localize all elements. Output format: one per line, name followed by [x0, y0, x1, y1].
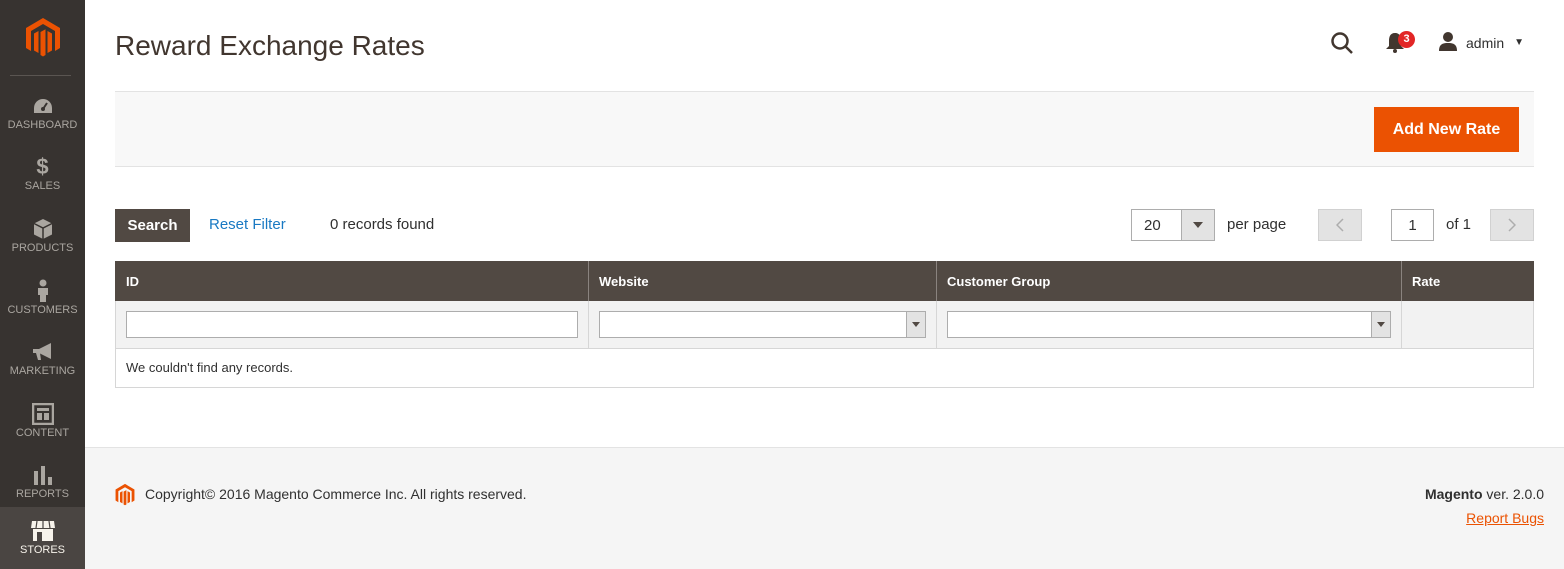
sidebar-item-products[interactable]: PRODUCTS [0, 205, 85, 267]
sidebar-item-label: PRODUCTS [11, 242, 74, 254]
sidebar-item-sales[interactable]: $ SALES [0, 143, 85, 205]
id-filter-input[interactable] [126, 310, 578, 338]
storefront-icon [0, 519, 85, 543]
copyright-text: Copyright© 2016 Magento Commerce Inc. Al… [145, 486, 527, 502]
sidebar-item-customers[interactable]: CUSTOMERS [0, 267, 85, 329]
sidebar-item-content[interactable]: CONTENT [0, 390, 85, 452]
sidebar-item-reports[interactable]: REPORTS [0, 451, 85, 513]
column-header-rate[interactable]: Rate [1401, 261, 1534, 301]
per-page-value: 20 [1144, 217, 1161, 234]
chevron-down-icon[interactable] [1181, 210, 1214, 240]
filter-cell-rate [1401, 301, 1534, 349]
user-icon [1438, 31, 1458, 54]
per-page-select[interactable]: 20 [1131, 209, 1215, 241]
empty-records-message: We couldn't find any records. [115, 348, 1534, 388]
admin-sidebar: DASHBOARD $ SALES PRODUCTS CUSTOMERS MAR… [0, 0, 85, 569]
sidebar-item-label: MARKETING [9, 365, 76, 377]
chevron-left-icon [1336, 218, 1344, 232]
sidebar-item-label: CONTENT [15, 427, 70, 439]
sidebar-item-dashboard[interactable]: DASHBOARD [0, 82, 85, 144]
sidebar-divider [10, 75, 71, 76]
filter-cell-id [115, 301, 589, 349]
reset-filter-link[interactable]: Reset Filter [209, 216, 286, 233]
chevron-right-icon [1508, 218, 1516, 232]
column-header-customer-group[interactable]: Customer Group [936, 261, 1402, 301]
version-number: ver. 2.0.0 [1482, 486, 1544, 502]
chevron-down-icon [906, 311, 925, 337]
dollar-icon: $ [36, 154, 49, 179]
column-header-id[interactable]: ID [115, 261, 589, 301]
bar-chart-icon [0, 463, 85, 487]
notifications-count-badge[interactable]: 3 [1398, 31, 1415, 48]
dashboard-icon [0, 94, 85, 118]
page-actions-bar [115, 91, 1534, 167]
current-page-input[interactable] [1391, 209, 1434, 241]
user-name: admin [1466, 34, 1505, 51]
previous-page-button[interactable] [1318, 209, 1362, 241]
layout-icon [0, 402, 85, 426]
magento-logo-icon[interactable] [0, 0, 85, 76]
per-page-label: per page [1227, 216, 1287, 233]
page-footer [85, 447, 1564, 569]
chevron-down-icon: ▼ [1514, 37, 1525, 48]
megaphone-icon [0, 340, 85, 364]
filter-cell-customer-group [936, 301, 1402, 349]
person-icon [0, 279, 85, 303]
filter-row [115, 301, 1534, 349]
page-title: Reward Exchange Rates [115, 30, 425, 61]
sidebar-item-label: STORES [19, 544, 66, 556]
admin-user-menu[interactable]: admin ▼ [1438, 31, 1524, 54]
add-new-rate-button[interactable]: Add New Rate [1374, 107, 1519, 152]
search-button[interactable]: Search [115, 209, 190, 242]
table-header-row: ID Website Customer Group Rate [115, 261, 1534, 301]
sidebar-item-marketing[interactable]: MARKETING [0, 328, 85, 390]
sidebar-item-label: REPORTS [16, 488, 69, 500]
cube-icon [0, 217, 85, 241]
sidebar-item-label: CUSTOMERS [7, 304, 78, 316]
sidebar-item-label: DASHBOARD [7, 119, 78, 131]
exchange-rates-grid: ID Website Customer Group Rate We couldn… [115, 261, 1534, 388]
chevron-down-icon [1371, 311, 1390, 337]
records-found-count: 0 records found [330, 216, 435, 233]
magento-logo-icon [115, 483, 135, 512]
sidebar-item-label: SALES [24, 180, 61, 192]
customer-group-filter-select[interactable] [947, 310, 1391, 338]
filter-cell-website [588, 301, 937, 349]
search-icon[interactable] [1330, 31, 1354, 60]
column-header-website[interactable]: Website [588, 261, 937, 301]
sidebar-item-stores[interactable]: STORES [0, 507, 85, 569]
report-bugs-link[interactable]: Report Bugs [1466, 510, 1544, 526]
version-brand: Magento [1424, 486, 1483, 502]
website-filter-select[interactable] [599, 310, 926, 338]
empty-records-row: We couldn't find any records. [115, 348, 1534, 388]
total-pages-label: of 1 [1446, 216, 1472, 233]
next-page-button[interactable] [1490, 209, 1534, 241]
version-info: Magento ver. 2.0.0 [1425, 486, 1544, 502]
